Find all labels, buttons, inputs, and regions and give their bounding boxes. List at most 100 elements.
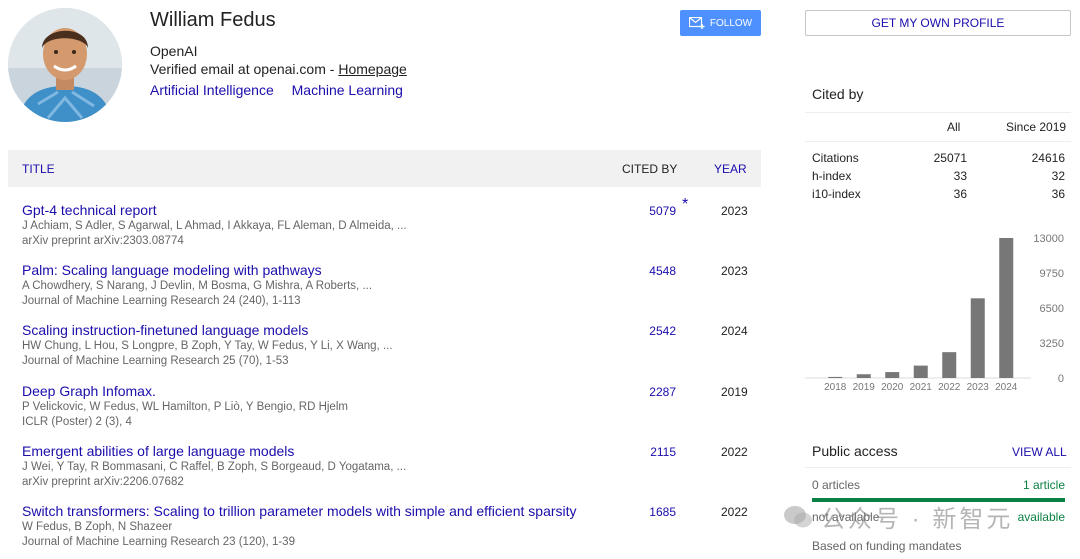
metric-label: i10-index [812,187,861,201]
article-title[interactable]: Gpt-4 technical report [22,202,157,218]
metric-since: 36 [1051,187,1065,201]
article-title[interactable]: Palm: Scaling language modeling with pat… [22,262,322,278]
bar-2021[interactable] [913,365,928,378]
divider [805,112,1071,113]
table-row: Gpt-4 technical report J Achiam, S Adler… [8,196,761,262]
table-row: Palm: Scaling language modeling with pat… [8,262,761,322]
metric-all: 25071 [933,151,967,165]
public-access-zero: 0 articles [812,478,861,492]
y-tick-9750: 9750 [1040,268,1064,280]
bar-2018[interactable] [828,376,843,378]
cited-by-title: Cited by [812,86,864,102]
x-tick-2021: 2021 [910,382,933,393]
cited-count[interactable]: 5079 [649,204,676,218]
bar-2019[interactable] [856,374,871,378]
article-authors: P Velickovic, W Fedus, WL Hamilton, P Li… [22,401,348,413]
article-year: 2023 [721,264,748,278]
available-label: available [1017,510,1065,524]
article-title[interactable]: Scaling instruction-finetuned language m… [22,322,308,338]
article-title[interactable]: Deep Graph Infomax. [22,383,156,399]
cited-count[interactable]: 4548 [649,264,676,278]
public-access-title: Public access [812,443,898,459]
metric-row-i10-index: i10-index 36 36 [812,187,1065,205]
table-row: Emergent abilities of large language mod… [8,443,761,503]
table-row: Deep Graph Infomax. P Velickovic, W Fedu… [8,383,761,443]
article-year: 2023 [721,204,748,218]
y-tick-13000: 13000 [1033,233,1064,245]
bar-2022[interactable] [942,352,957,378]
x-tick-2018: 2018 [824,382,847,393]
divider [805,141,1071,142]
article-authors: J Wei, Y Tay, R Bommasani, C Raffel, B Z… [22,461,407,473]
bar-2020[interactable] [885,372,900,378]
get-own-profile-button[interactable]: GET MY OWN PROFILE [805,10,1071,36]
wechat-icon [784,505,812,527]
sort-by-title[interactable]: TITLE [22,162,55,176]
profile-name: William Fedus [150,9,276,31]
x-tick-2019: 2019 [853,382,876,393]
article-venue: ICLR (Poster) 2 (3), 4 [22,416,132,428]
article-venue: Journal of Machine Learning Research 25 … [22,355,289,367]
x-tick-2024: 2024 [995,382,1018,393]
metric-all: 33 [953,169,967,183]
article-venue: Journal of Machine Learning Research 24 … [22,295,301,307]
metric-since: 24616 [1031,151,1065,165]
metric-row-h-index: h-index 33 32 [812,169,1065,187]
table-row: Switch transformers: Scaling to trillion… [8,503,761,559]
article-authors: J Achiam, S Adler, S Agarwal, L Ahmad, I… [22,220,407,232]
table-row: Scaling instruction-finetuned language m… [8,322,761,382]
email-text: Verified email at openai.com - [150,61,339,77]
x-tick-2022: 2022 [938,382,961,393]
bar-2024[interactable] [999,238,1014,378]
follow-label: FOLLOW [709,17,753,29]
metric-since: 32 [1051,169,1065,183]
sort-by-year[interactable]: YEAR [714,162,747,176]
y-tick-3250: 3250 [1040,338,1064,350]
article-venue: arXiv preprint arXiv:2303.08774 [22,235,184,247]
x-tick-2020: 2020 [881,382,904,393]
profile-affiliation: OpenAI [150,43,198,59]
article-year: 2022 [721,445,748,459]
watermark-text: 公众号 · 新智元 [821,506,1014,533]
divider [805,467,1071,468]
column-since: Since 2019 [1006,120,1067,134]
interests: Artificial Intelligence Machine Learning [150,82,417,98]
email-plus-icon [688,17,705,29]
article-title[interactable]: Switch transformers: Scaling to trillion… [22,503,577,519]
article-authors: W Fedus, B Zoph, N Shazeer [22,521,173,533]
article-venue: Journal of Machine Learning Research 23 … [22,536,295,548]
cited-count[interactable]: 2115 [650,445,676,459]
article-year: 2022 [721,505,748,519]
y-tick-0: 0 [1058,373,1064,385]
article-authors: HW Chung, L Hou, S Longpre, B Zoph, Y Ta… [22,340,393,352]
metric-label: h-index [812,169,852,183]
article-year: 2024 [721,324,748,338]
merged-citations-star: * [682,196,689,213]
column-all: All [947,120,961,134]
watermark: 公众号 · 新智元 [783,499,1013,534]
article-venue: arXiv preprint arXiv:2206.07682 [22,476,184,488]
articles-table-header: TITLE CITED BY YEAR [8,150,761,187]
bar-2023[interactable] [970,298,985,378]
citations-bar-chart: 2018 2019 2020 2021 2022 2023 2024 13000 9750 650… [805,233,1064,393]
follow-button[interactable]: FOLLOW [680,10,761,36]
avatar [8,8,122,122]
interest-link-ai[interactable]: Artificial Intelligence [150,82,274,98]
public-access-one[interactable]: 1 article [1023,478,1065,492]
article-title[interactable]: Emergent abilities of large language mod… [22,443,294,459]
funding-mandates-label: Based on funding mandates [812,539,962,553]
sidebar: GET MY OWN PROFILE Cited by All Since 20… [805,0,1080,559]
homepage-link[interactable]: Homepage [338,61,407,77]
y-tick-6500: 6500 [1040,303,1064,315]
metric-all: 36 [953,187,967,201]
sort-by-cited[interactable]: CITED BY [622,162,677,176]
interest-link-ml[interactable]: Machine Learning [292,82,403,98]
x-tick-2023: 2023 [967,382,990,393]
view-all-link[interactable]: VIEW ALL [1012,445,1067,459]
cited-count[interactable]: 1685 [649,505,676,519]
metric-row-citations: Citations 25071 24616 [812,151,1065,169]
cited-count[interactable]: 2287 [649,385,676,399]
cited-count[interactable]: 2542 [649,324,676,338]
article-year: 2019 [721,385,748,399]
profile-email: Verified email at openai.com - Homepage [150,61,407,77]
